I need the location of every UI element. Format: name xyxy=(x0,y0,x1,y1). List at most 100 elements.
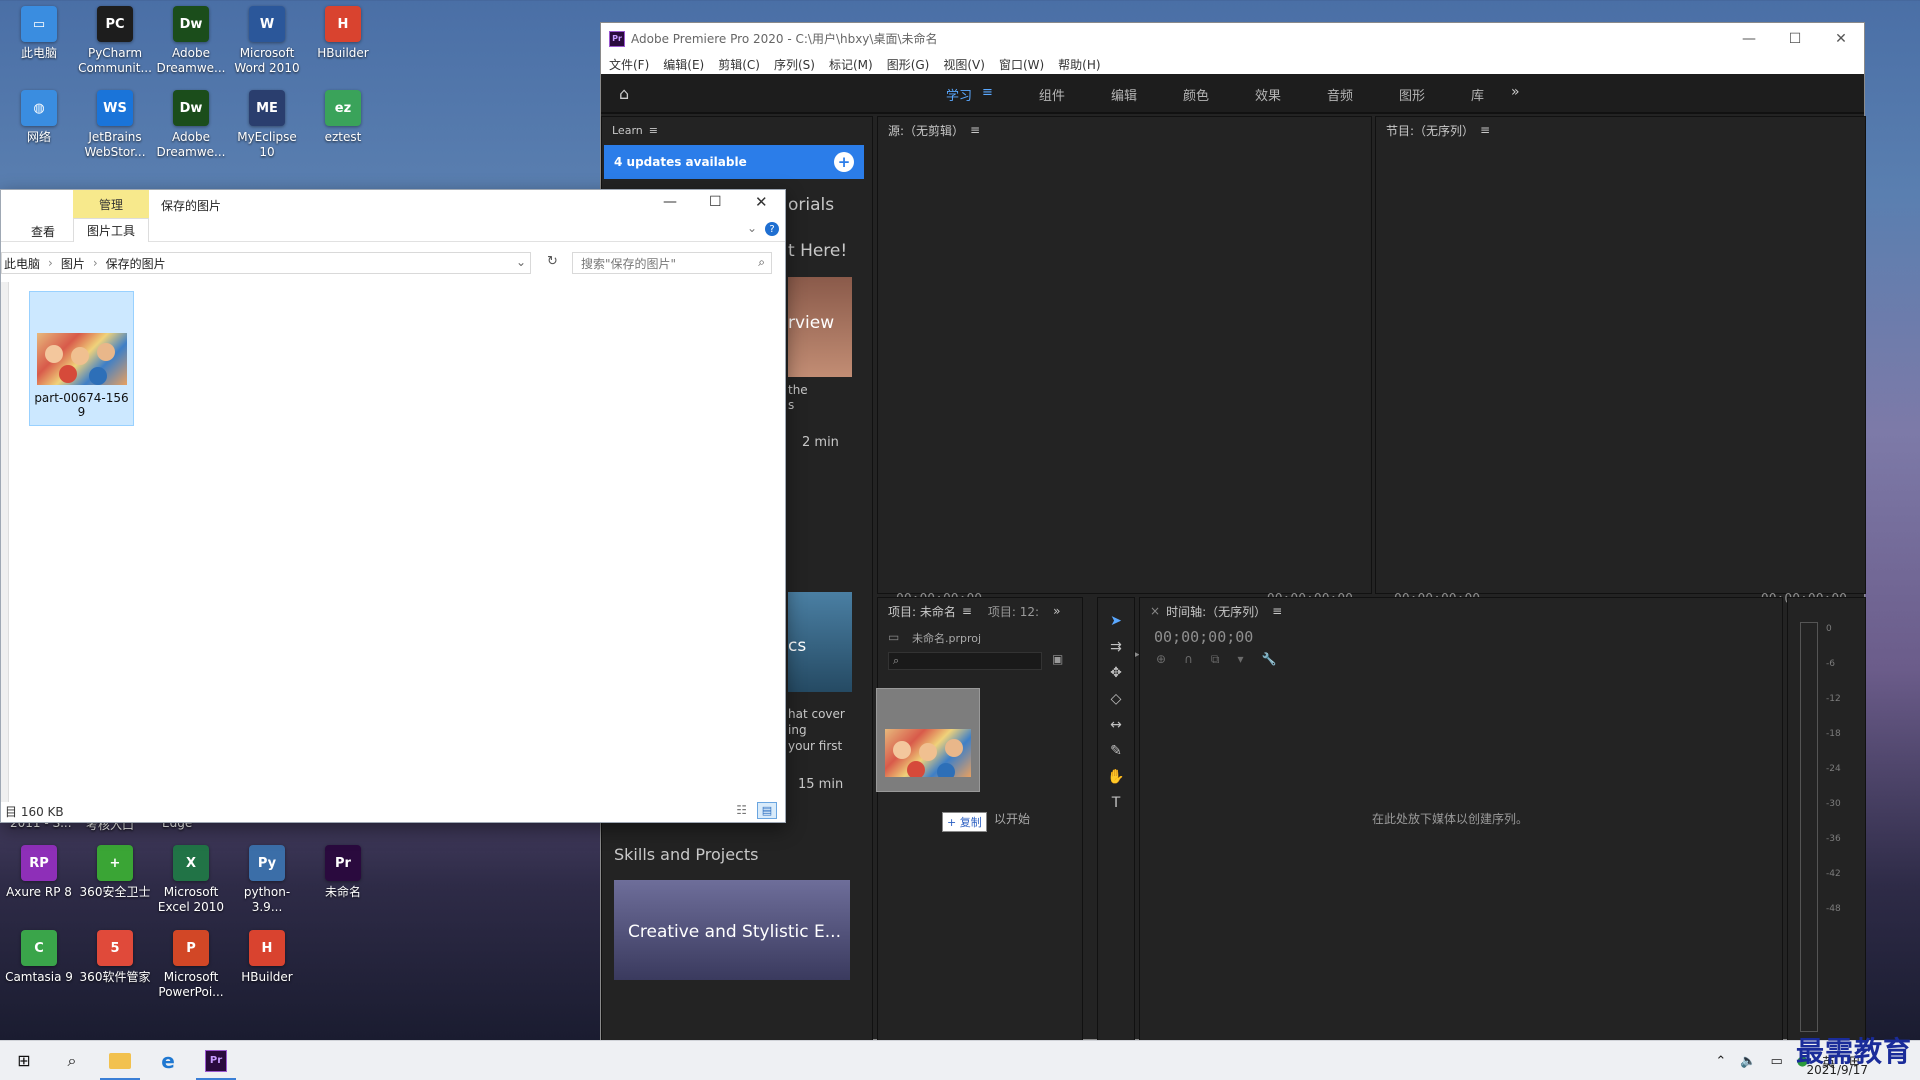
menu-item[interactable]: 序列(S) xyxy=(774,56,815,73)
panel-menu-icon[interactable]: ≡ xyxy=(1480,123,1490,137)
taskbar-premiere[interactable]: Pr xyxy=(192,1041,240,1080)
workspace-tab[interactable]: 库 xyxy=(1471,85,1484,104)
razor-tool-icon[interactable]: ◇ xyxy=(1105,688,1127,710)
file-item[interactable]: part-00674-156 9 xyxy=(29,291,134,426)
menu-item[interactable]: 视图(V) xyxy=(943,56,985,73)
tab-picture-tools[interactable]: 图片工具 xyxy=(73,218,149,242)
tutorial-thumbnail[interactable]: cs xyxy=(788,592,852,692)
updates-banner[interactable]: 4 updates available + xyxy=(604,145,864,179)
manage-tab[interactable]: 管理 xyxy=(73,190,149,218)
desktop-shortcut[interactable]: 5 360软件管家 xyxy=(78,930,152,985)
address-dropdown-icon[interactable]: ⌄ xyxy=(516,255,526,269)
breadcrumb-item[interactable]: 此电脑 xyxy=(4,255,40,272)
menu-item[interactable]: 帮助(H) xyxy=(1058,56,1100,73)
search-input[interactable]: 搜索"保存的图片" ⌕ xyxy=(572,252,772,274)
menu-item[interactable]: 文件(F) xyxy=(609,56,649,73)
add-icon[interactable]: + xyxy=(834,152,854,172)
linked-selection-icon[interactable]: ⧉ xyxy=(1211,652,1220,667)
desktop-shortcut[interactable]: RP Axure RP 8 xyxy=(2,845,76,900)
volume-icon[interactable]: 🔈 xyxy=(1740,1054,1756,1069)
refresh-icon[interactable]: ↻ xyxy=(547,254,558,269)
menu-item[interactable]: 编辑(E) xyxy=(663,56,704,73)
track-select-tool-icon[interactable]: ⇉ xyxy=(1105,636,1127,658)
workspace-menu-icon[interactable]: ≡ xyxy=(982,85,993,104)
new-bin-icon[interactable]: ▣ xyxy=(1052,652,1063,666)
slip-tool-icon[interactable]: ↔ xyxy=(1105,714,1127,736)
explorer-titlebar[interactable]: 管理 保存的图片 — ☐ ✕ xyxy=(1,190,785,218)
help-icon[interactable]: ? xyxy=(765,222,779,236)
more-panels-icon[interactable]: » xyxy=(1053,604,1060,618)
marker-icon[interactable]: ▾ xyxy=(1237,652,1243,667)
breadcrumb-item[interactable]: 图片 xyxy=(61,255,85,272)
details-view-icon[interactable]: ☷ xyxy=(736,803,747,817)
desktop-shortcut[interactable]: P Microsoft PowerPoi... xyxy=(154,930,228,1000)
pen-tool-icon[interactable]: ✎ xyxy=(1105,740,1127,762)
minimize-icon[interactable]: — xyxy=(1726,23,1772,54)
ripple-edit-tool-icon[interactable]: ✥ xyxy=(1105,662,1127,684)
address-bar[interactable]: 此电脑 › 图片 › 保存的图片 ⌄ xyxy=(1,252,531,274)
maximize-icon[interactable]: ☐ xyxy=(709,194,722,210)
learn-tab[interactable]: Learn xyxy=(612,124,643,137)
workspace-tab[interactable]: 音频 xyxy=(1327,85,1353,104)
maximize-icon[interactable]: ☐ xyxy=(1772,23,1818,54)
desktop-shortcut[interactable]: Py python-3.9... xyxy=(230,845,304,915)
desktop-shortcut[interactable]: ▭ 此电脑 xyxy=(2,6,76,61)
workspace-tab[interactable]: 颜色 xyxy=(1183,85,1209,104)
snap-icon[interactable]: ∩ xyxy=(1184,652,1193,667)
selection-tool-icon[interactable]: ➤ xyxy=(1105,610,1127,632)
desktop-shortcut[interactable]: ME MyEclipse 10 xyxy=(230,90,304,160)
menu-item[interactable]: 标记(M) xyxy=(829,56,873,73)
project-search-input[interactable]: ⌕ xyxy=(888,652,1042,670)
workspace-tab[interactable]: 组件 xyxy=(1039,85,1065,104)
desktop-shortcut[interactable]: X Microsoft Excel 2010 xyxy=(154,845,228,915)
program-tab[interactable]: 节目:（无序列） xyxy=(1386,122,1474,139)
skills-card[interactable]: Creative and Stylistic E... xyxy=(614,880,850,980)
tab-view[interactable]: 查看 xyxy=(31,223,55,240)
panel-menu-icon[interactable]: ≡ xyxy=(962,604,972,618)
timeline-tab[interactable]: 时间轴:（无序列） xyxy=(1166,603,1266,620)
taskbar-edge[interactable]: e xyxy=(144,1041,192,1080)
desktop-shortcut[interactable]: Pr 未命名 xyxy=(306,845,380,900)
desktop-shortcut[interactable]: +360安全卫士 xyxy=(78,845,152,900)
close-tab-icon[interactable]: × xyxy=(1150,604,1160,618)
close-icon[interactable]: ✕ xyxy=(1818,23,1864,54)
menu-item[interactable]: 窗口(W) xyxy=(999,56,1044,73)
desktop-shortcut[interactable]: WS JetBrains WebStor... xyxy=(78,90,152,160)
desktop-shortcut[interactable]: H HBuilder xyxy=(306,6,380,61)
desktop-shortcut[interactable]: Dw Adobe Dreamwe... xyxy=(154,6,228,76)
wrench-icon[interactable]: 🔧 xyxy=(1261,652,1276,667)
premiere-titlebar[interactable]: Pr Adobe Premiere Pro 2020 - C:\用户\hbxy\… xyxy=(601,23,1864,54)
desktop-shortcut[interactable]: Dw Adobe Dreamwe... xyxy=(154,90,228,160)
type-tool-icon[interactable]: T xyxy=(1105,792,1127,814)
taskbar-explorer[interactable] xyxy=(96,1041,144,1080)
desktop-shortcut[interactable]: C Camtasia 9 xyxy=(2,930,76,985)
desktop-shortcut[interactable]: ◍ 网络 xyxy=(2,90,76,145)
start-button[interactable]: ⊞ xyxy=(0,1041,48,1080)
more-workspaces-icon[interactable]: » xyxy=(1511,84,1520,100)
desktop-shortcut[interactable]: W Microsoft Word 2010 xyxy=(230,6,304,76)
workspace-tab[interactable]: 编辑 xyxy=(1111,85,1137,104)
desktop-shortcut[interactable]: PC PyCharm Communit... xyxy=(78,6,152,76)
workspace-tab[interactable]: 学习 xyxy=(946,85,972,104)
workspace-tab[interactable]: 效果 xyxy=(1255,85,1281,104)
large-icons-view-icon[interactable]: ▤ xyxy=(757,802,777,819)
panel-menu-icon[interactable]: ≡ xyxy=(970,123,980,137)
project-tab[interactable]: 项目: 未命名 xyxy=(888,603,956,620)
workspace-tab[interactable]: 图形 xyxy=(1399,85,1425,104)
ribbon-expand-icon[interactable]: ⌄ xyxy=(747,221,757,235)
breadcrumb-item[interactable]: 保存的图片 xyxy=(106,255,166,272)
network-icon[interactable]: ▭ xyxy=(1770,1054,1782,1069)
nest-icon[interactable]: ⊕ xyxy=(1156,652,1166,667)
panel-menu-icon[interactable]: ≡ xyxy=(649,124,658,137)
project-tab-2[interactable]: 项目: 12: xyxy=(988,603,1039,620)
minimize-icon[interactable]: — xyxy=(663,194,677,210)
menu-item[interactable]: 图形(G) xyxy=(887,56,930,73)
panel-menu-icon[interactable]: ≡ xyxy=(1272,604,1282,618)
close-icon[interactable]: ✕ xyxy=(755,193,768,211)
tutorial-thumbnail[interactable]: rview xyxy=(788,277,852,377)
nav-pane-scrollbar[interactable] xyxy=(1,282,9,802)
home-icon[interactable]: ⌂ xyxy=(619,84,629,103)
chevron-up-icon[interactable]: ⌃ xyxy=(1715,1054,1726,1069)
desktop-shortcut[interactable]: ez eztest xyxy=(306,90,380,145)
menu-item[interactable]: 剪辑(C) xyxy=(718,56,760,73)
